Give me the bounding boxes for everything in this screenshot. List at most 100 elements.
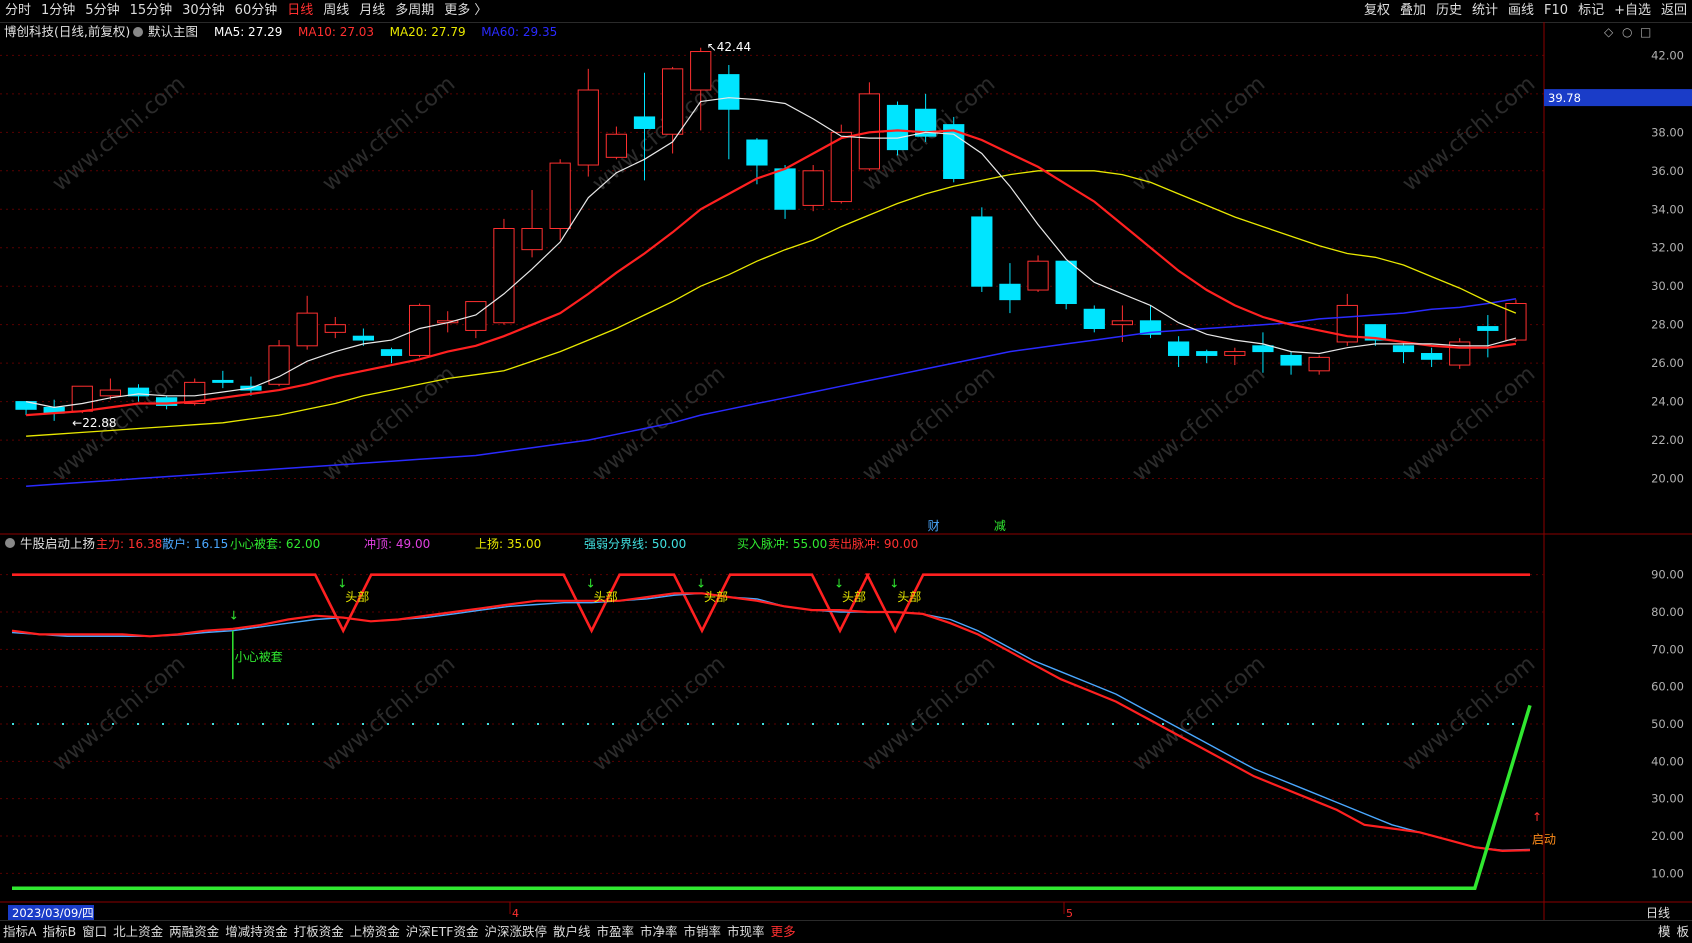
price-tick-label: 42.00 bbox=[1651, 48, 1684, 62]
top-toolbar: 分时 1分钟 5分钟 15分钟 30分钟 60分钟 日线 周线 月线 多周期 更多 〉 复权 叠加 历史… bbox=[0, 0, 1692, 23]
toolbar-button[interactable]: 复权 bbox=[1359, 0, 1395, 22]
head-signal-label: 头部 bbox=[897, 589, 921, 604]
candle-body bbox=[212, 379, 234, 383]
toolbar-button[interactable]: 画线 bbox=[1503, 0, 1539, 22]
toolbar-button[interactable]: 统计 bbox=[1467, 0, 1503, 22]
indicator-tick-label: 40.00 bbox=[1651, 754, 1684, 768]
candle-body bbox=[296, 312, 318, 347]
price-tick-label: 34.00 bbox=[1651, 202, 1684, 216]
bottom-right-button[interactable]: 板 bbox=[1673, 921, 1692, 943]
boundary-dot bbox=[912, 723, 914, 725]
boundary-dot bbox=[1412, 723, 1414, 725]
period-tab[interactable]: 多周期 bbox=[390, 0, 439, 22]
bottom-tab[interactable]: 更多 bbox=[768, 921, 799, 943]
candle-body bbox=[1055, 260, 1077, 305]
candle-body bbox=[1505, 303, 1527, 341]
indicator-tick-label: 20.00 bbox=[1651, 829, 1684, 843]
period-tab[interactable]: 分时 bbox=[0, 0, 36, 22]
boundary-dot bbox=[412, 723, 414, 725]
bottom-tab[interactable]: 市盈率 bbox=[594, 921, 638, 943]
watermark: www.cfchi.com bbox=[48, 71, 190, 196]
bottom-tab[interactable]: 打板资金 bbox=[291, 921, 347, 943]
boundary-dot bbox=[87, 723, 89, 725]
launch-arrow: ↑ bbox=[1532, 810, 1542, 824]
candle-body bbox=[633, 116, 656, 129]
bottom-tab[interactable]: 指标A bbox=[0, 921, 40, 943]
indicator-label: 主力: 16.38 bbox=[96, 537, 162, 551]
candle-body bbox=[1083, 308, 1105, 330]
head-signal-arrow: ↓ bbox=[586, 577, 596, 591]
bottom-tab[interactable]: 市销率 bbox=[681, 921, 725, 943]
bottom-tab[interactable]: 增减持资金 bbox=[222, 921, 291, 943]
watermark: www.cfchi.com bbox=[858, 651, 1000, 776]
period-tab[interactable]: 60分钟 bbox=[230, 0, 283, 22]
careful-signal-label: 小心被套 bbox=[235, 650, 283, 664]
boundary-dot bbox=[162, 723, 164, 725]
bottom-tab[interactable]: 沪深涨跌停 bbox=[481, 921, 550, 943]
period-tab[interactable]: 30分钟 bbox=[177, 0, 230, 22]
boundary-dot bbox=[612, 723, 614, 725]
candle-body bbox=[493, 227, 515, 324]
candle-body bbox=[1252, 345, 1274, 353]
bottom-tab[interactable]: 北上资金 bbox=[110, 921, 166, 943]
candle-body bbox=[1196, 351, 1218, 356]
indicator-tick-label: 70.00 bbox=[1651, 642, 1684, 656]
candle-body bbox=[577, 89, 599, 166]
boundary-dot bbox=[12, 723, 14, 725]
low-marker-label: ←22.88 bbox=[72, 416, 116, 430]
bottom-tab[interactable]: 两融资金 bbox=[166, 921, 222, 943]
boundary-dot bbox=[387, 723, 389, 725]
bottom-tab[interactable]: 沪深ETF资金 bbox=[403, 921, 482, 943]
retail-line bbox=[11, 592, 1531, 851]
boundary-dot bbox=[1237, 723, 1239, 725]
boundary-dot bbox=[987, 723, 989, 725]
toolbar-button[interactable]: 叠加 bbox=[1395, 0, 1431, 22]
indicator-tick-label: 50.00 bbox=[1651, 717, 1684, 731]
price-tick-label: 30.00 bbox=[1651, 279, 1684, 293]
indicator-label: 强弱分界线: 50.00 bbox=[584, 537, 686, 551]
boundary-dot bbox=[637, 723, 639, 725]
bottom-tab[interactable]: 窗口 bbox=[79, 921, 110, 943]
indicator-label: 小心被套: 62.00 bbox=[230, 537, 320, 551]
toolbar-button[interactable]: F10 bbox=[1539, 0, 1573, 22]
event-marker-jian: 减 bbox=[994, 519, 1006, 533]
period-tab[interactable]: 周线 bbox=[318, 0, 354, 22]
candle-body bbox=[380, 349, 403, 356]
ma60-line bbox=[26, 297, 1517, 487]
indicator-label: 买入脉冲: 55.00 bbox=[737, 536, 827, 551]
toolbar-button[interactable]: 返回 bbox=[1656, 0, 1692, 22]
boundary-dot bbox=[62, 723, 64, 725]
boundary-dot bbox=[312, 723, 314, 725]
candle-body bbox=[746, 139, 768, 166]
period-tab[interactable]: 更多 〉 bbox=[439, 0, 492, 22]
bottom-tab[interactable]: 市净率 bbox=[637, 921, 681, 943]
toolbar-button[interactable]: +自选 bbox=[1609, 0, 1656, 22]
period-tab[interactable]: 15分钟 bbox=[125, 0, 178, 22]
price-tick-label: 28.00 bbox=[1651, 318, 1684, 332]
period-tab[interactable]: 月线 bbox=[354, 0, 390, 22]
indicator-tick-label: 30.00 bbox=[1651, 792, 1684, 806]
bottom-tab[interactable]: 上榜资金 bbox=[347, 921, 403, 943]
period-tab[interactable]: 5分钟 bbox=[80, 0, 124, 22]
chart-area[interactable]: 20.00 22.00 24.00 26.00 28.00 30.00 32.00 34.00… bbox=[0, 22, 1692, 920]
price-tick-label: 24.00 bbox=[1651, 395, 1684, 409]
candle-body bbox=[774, 168, 796, 210]
period-tab[interactable]: 1分钟 bbox=[36, 0, 80, 22]
bottom-right-button[interactable]: 模 bbox=[1655, 921, 1674, 943]
boundary-dot bbox=[1062, 723, 1064, 725]
boundary-dot bbox=[1112, 723, 1114, 725]
toolbar-button[interactable]: 标记 bbox=[1573, 0, 1609, 22]
toolbar-button[interactable]: 历史 bbox=[1431, 0, 1467, 22]
bottom-tab[interactable]: 市现率 bbox=[724, 921, 768, 943]
indicator-tick-label: 80.00 bbox=[1651, 605, 1684, 619]
indicator-tick-label: 60.00 bbox=[1651, 680, 1684, 694]
boundary-dot bbox=[1512, 723, 1514, 725]
boundary-dot bbox=[962, 723, 964, 725]
boundary-dot bbox=[1437, 723, 1439, 725]
candle-body bbox=[1027, 260, 1049, 291]
bottom-tab[interactable]: 散户线 bbox=[550, 921, 594, 943]
bottom-tab[interactable]: 指标B bbox=[40, 921, 80, 943]
boundary-dot bbox=[862, 723, 864, 725]
watermark: www.cfchi.com bbox=[1398, 361, 1540, 486]
period-tab[interactable]: 日线 bbox=[282, 0, 318, 22]
